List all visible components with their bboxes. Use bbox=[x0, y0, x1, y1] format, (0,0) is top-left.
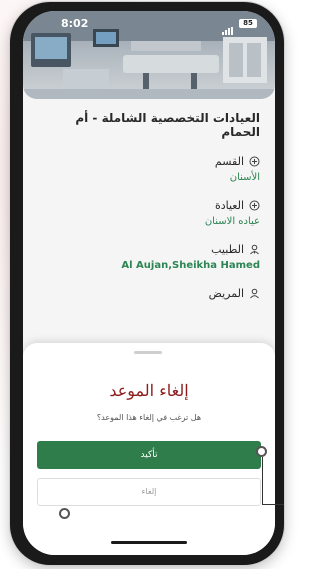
drag-handle[interactable] bbox=[134, 351, 162, 354]
dialog-title: إلغاء الموعد bbox=[109, 381, 189, 400]
dialog-message: هل ترغب في إلغاء هذا الموعد؟ bbox=[96, 413, 202, 422]
home-indicator[interactable] bbox=[111, 541, 187, 544]
cancel-appointment-sheet: إلغاء الموعد هل ترغب في إلغاء هذا الموعد… bbox=[23, 343, 275, 555]
confirm-button[interactable]: تأكيد bbox=[37, 441, 261, 469]
pointer-line bbox=[262, 457, 263, 505]
pointer-line bbox=[262, 504, 284, 505]
status-time: 8:02 bbox=[61, 17, 89, 30]
status-bar: 8:02 85 bbox=[23, 11, 275, 39]
cancel-button[interactable]: إلغاء bbox=[37, 478, 261, 506]
tap-marker-icon bbox=[59, 508, 70, 519]
phone-screen: 8:02 85 العيادات التخصصية الشاملة - أم ا… bbox=[23, 11, 275, 555]
signal-icon bbox=[222, 20, 234, 35]
tap-marker-icon bbox=[256, 446, 267, 457]
battery-icon: 85 bbox=[239, 19, 257, 28]
